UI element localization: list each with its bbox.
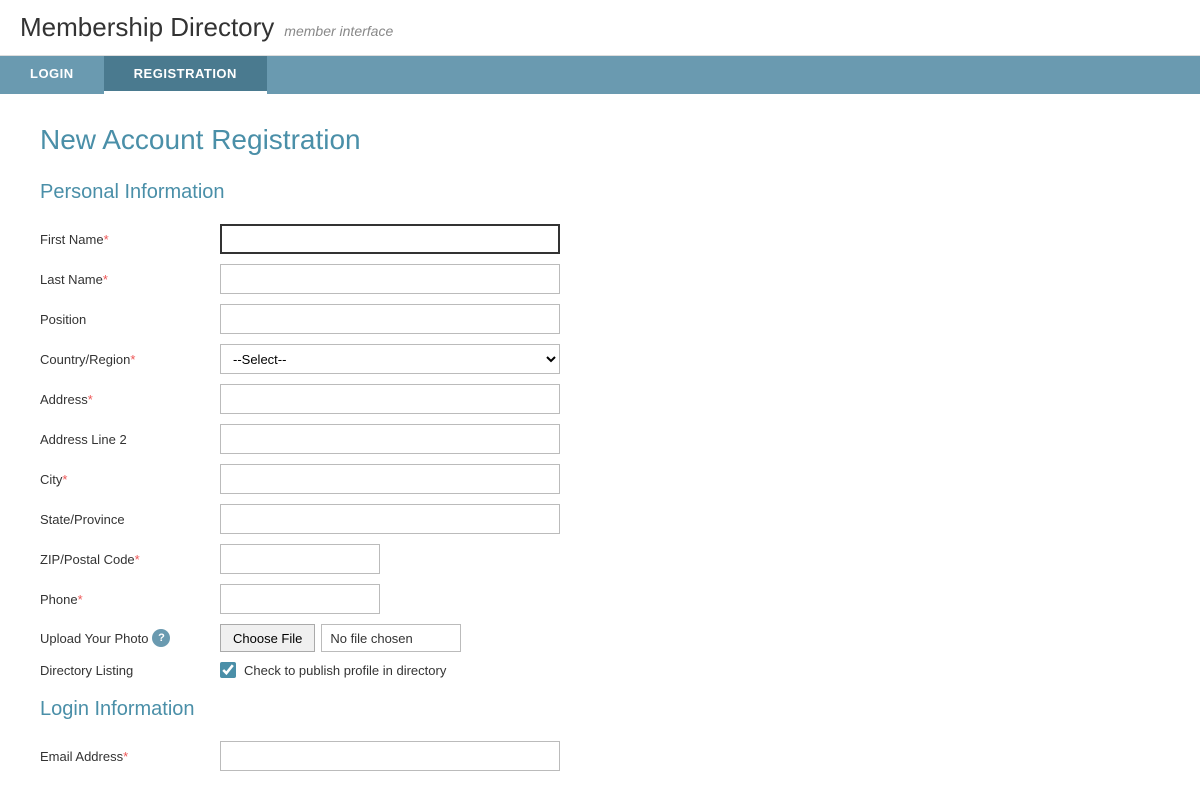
email-input[interactable] — [220, 741, 560, 771]
label-state: State/Province — [40, 512, 220, 527]
page-title: New Account Registration — [40, 124, 760, 156]
file-input-container: Choose File No file chosen — [220, 624, 461, 652]
address-input[interactable] — [220, 384, 560, 414]
file-name-display: No file chosen — [321, 624, 461, 652]
form-row-last-name: Last Name* — [40, 264, 760, 294]
photo-help-icon[interactable]: ? — [152, 629, 170, 647]
label-country: Country/Region* — [40, 352, 220, 367]
form-row-first-name: First Name* — [40, 224, 760, 254]
label-email: Email Address* — [40, 749, 220, 764]
section-login-title: Login Information — [40, 698, 760, 721]
last-name-input[interactable] — [220, 264, 560, 294]
required-star-last-name: * — [103, 272, 108, 287]
nav-bar: LOGIN REGISTRATION — [0, 56, 1200, 94]
site-subtitle: member interface — [284, 23, 393, 39]
directory-checkbox-label: Check to publish profile in directory — [244, 663, 446, 678]
address2-input[interactable] — [220, 424, 560, 454]
label-first-name: First Name* — [40, 232, 220, 247]
form-row-address: Address* — [40, 384, 760, 414]
directory-checkbox-row: Check to publish profile in directory — [220, 662, 446, 678]
nav-item-registration[interactable]: REGISTRATION — [104, 56, 267, 94]
label-directory: Directory Listing — [40, 663, 220, 678]
label-phone: Phone* — [40, 592, 220, 607]
label-photo: Upload Your Photo ? — [40, 629, 220, 647]
label-position: Position — [40, 312, 220, 327]
directory-checkbox[interactable] — [220, 662, 236, 678]
required-star-country: * — [130, 352, 135, 367]
city-input[interactable] — [220, 464, 560, 494]
state-input[interactable] — [220, 504, 560, 534]
site-header: Membership Directory member interface — [0, 0, 1200, 56]
form-row-email: Email Address* — [40, 741, 760, 771]
phone-input[interactable] — [220, 584, 380, 614]
required-star-email: * — [123, 749, 128, 764]
choose-file-button[interactable]: Choose File — [220, 624, 315, 652]
form-row-position: Position — [40, 304, 760, 334]
section-personal-title: Personal Information — [40, 181, 760, 204]
required-star-zip: * — [135, 552, 140, 567]
form-row-photo: Upload Your Photo ? Choose File No file … — [40, 624, 760, 652]
required-star-city: * — [62, 472, 67, 487]
label-zip: ZIP/Postal Code* — [40, 552, 220, 567]
form-row-phone: Phone* — [40, 584, 760, 614]
zip-input[interactable] — [220, 544, 380, 574]
label-address2: Address Line 2 — [40, 432, 220, 447]
label-city: City* — [40, 472, 220, 487]
label-address: Address* — [40, 392, 220, 407]
position-input[interactable] — [220, 304, 560, 334]
form-row-state: State/Province — [40, 504, 760, 534]
country-select[interactable]: --Select-- — [220, 344, 560, 374]
first-name-input[interactable] — [220, 224, 560, 254]
required-star-first-name: * — [104, 232, 109, 247]
form-row-country: Country/Region* --Select-- — [40, 344, 760, 374]
label-last-name: Last Name* — [40, 272, 220, 287]
nav-item-login[interactable]: LOGIN — [0, 56, 104, 94]
site-title: Membership Directory — [20, 12, 274, 43]
form-row-city: City* — [40, 464, 760, 494]
required-star-address: * — [88, 392, 93, 407]
required-star-phone: * — [78, 592, 83, 607]
main-content: New Account Registration Personal Inform… — [0, 94, 800, 811]
form-row-directory: Directory Listing Check to publish profi… — [40, 662, 760, 678]
form-row-zip: ZIP/Postal Code* — [40, 544, 760, 574]
form-row-address2: Address Line 2 — [40, 424, 760, 454]
